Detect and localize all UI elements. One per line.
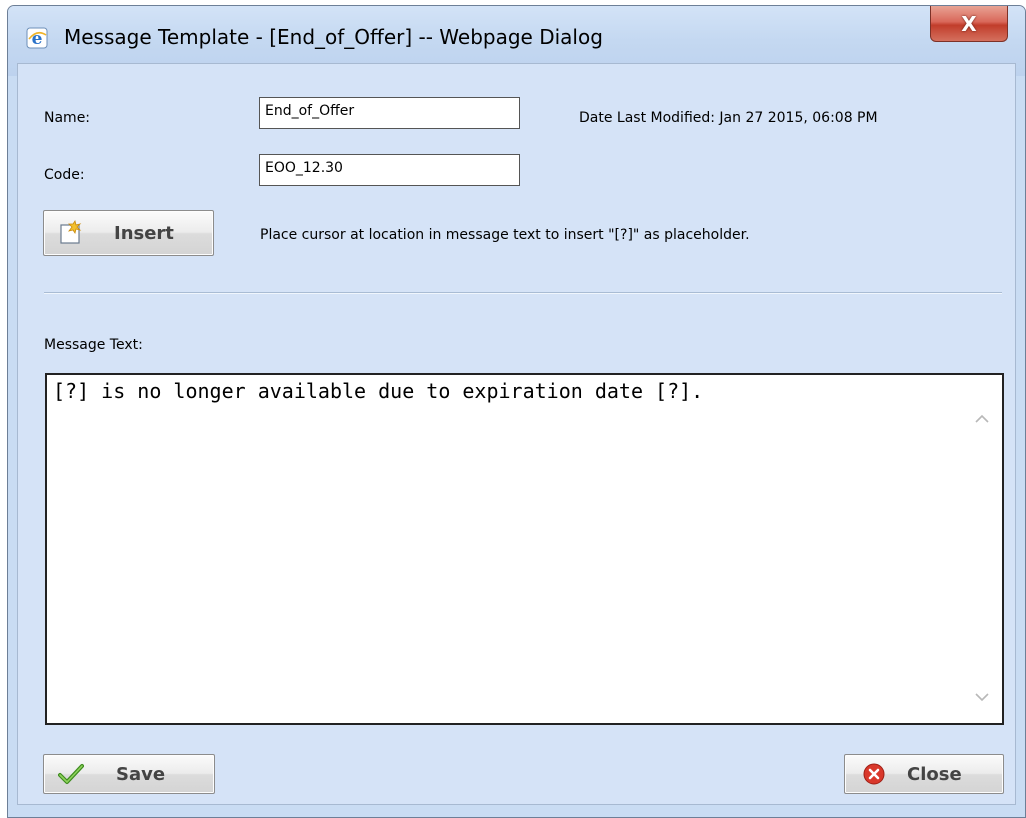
close-button-label: Close	[907, 763, 962, 785]
save-button[interactable]: Save	[43, 754, 215, 794]
dialog-window: e Message Template - [End_of_Offer] -- W…	[7, 5, 1026, 818]
message-textarea[interactable]: [?] is no longer available due to expira…	[45, 373, 1004, 725]
ie-icon: e	[26, 27, 48, 49]
close-circle-icon	[863, 763, 885, 785]
code-label: Code:	[44, 167, 85, 183]
code-field[interactable]: EOO_12.30	[259, 154, 520, 186]
window-close-button[interactable]: X	[930, 6, 1008, 42]
insert-button-label: Insert	[114, 222, 174, 244]
insert-placeholder-icon	[60, 220, 82, 244]
dialog-body: Name: End_of_Offer Date Last Modified: J…	[17, 63, 1016, 805]
insert-hint: Place cursor at location in message text…	[260, 227, 750, 243]
window-title: Message Template - [End_of_Offer] -- Web…	[64, 25, 603, 49]
save-button-label: Save	[116, 763, 166, 785]
date-last-modified: Date Last Modified: Jan 27 2015, 06:08 P…	[579, 110, 878, 126]
message-text-label: Message Text:	[44, 337, 143, 353]
section-divider	[44, 292, 1002, 294]
checkmark-icon	[58, 764, 84, 784]
name-label: Name:	[44, 110, 91, 126]
scroll-down-icon[interactable]	[974, 689, 990, 705]
close-button[interactable]: Close	[844, 754, 1004, 794]
insert-button[interactable]: Insert	[43, 210, 214, 256]
name-field[interactable]: End_of_Offer	[259, 97, 520, 129]
svg-text:e: e	[32, 29, 43, 49]
message-text[interactable]: [?] is no longer available due to expira…	[53, 379, 962, 403]
scroll-up-icon[interactable]	[974, 411, 990, 427]
